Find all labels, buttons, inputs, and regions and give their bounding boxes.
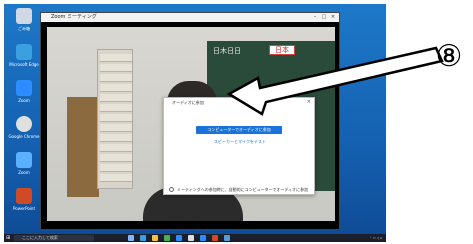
desktop-icon-zoom-2[interactable]: Zoom [6, 152, 42, 182]
taskbar: ⊞ ここに入力して検索 ⌃ ▭ ◁ A [4, 234, 386, 242]
window-titlebar: Zoom ミーティング – □ × [41, 13, 339, 22]
word-icon[interactable] [224, 235, 230, 241]
zoom-meeting-window: Zoom ミーティング – □ × 日木日日 日本 オーディオに参加 × コンピ… [40, 12, 340, 230]
drawer [100, 64, 132, 72]
task-view-icon[interactable] [128, 235, 134, 241]
desktop-icon-powerpoint[interactable]: PowerPoint [6, 188, 42, 218]
dialog-close-icon[interactable]: × [307, 99, 311, 105]
desktop-icon-chrome[interactable]: Google Chrome [6, 116, 42, 146]
window-title: Zoom ミーティング [51, 14, 97, 20]
mail-icon[interactable] [176, 235, 182, 241]
maximize-button[interactable]: □ [320, 14, 328, 21]
taskbar-search-box[interactable]: ここに入力して検索 [14, 235, 94, 241]
store-icon[interactable] [164, 235, 170, 241]
drawer [100, 84, 132, 92]
recycle-bin-icon [16, 8, 32, 24]
drawer [100, 154, 132, 162]
drawer [100, 174, 132, 182]
desktop-icon-label: Microsoft Edge [9, 62, 39, 67]
join-audio-dialog: オーディオに参加 × コンピューターでオーディオに参加 スピーカーとマイクをテス… [163, 97, 315, 195]
drawer [100, 164, 132, 172]
desktop-icon-label: Google Chrome [8, 134, 40, 139]
drawer [100, 104, 132, 112]
blackboard-text: 日木日日 [213, 47, 241, 55]
dialog-title: オーディオに参加 [172, 100, 204, 105]
close-window-button[interactable]: × [329, 14, 337, 21]
desktop-icon-label: Zoom [18, 98, 30, 103]
video-feed: 日木日日 日本 オーディオに参加 × コンピューターでオーディオに参加 スピーカ… [47, 27, 335, 221]
zoom-icon[interactable] [200, 235, 206, 241]
red-sign: 日本 [269, 45, 295, 55]
zoom-icon [16, 80, 32, 96]
join-with-computer-audio-button[interactable]: コンピューターでオーディオに参加 [196, 126, 282, 134]
drawer [100, 54, 132, 62]
drawer [100, 134, 132, 142]
chrome-icon [16, 116, 32, 132]
checkbox-circle-icon[interactable] [169, 187, 174, 192]
drawer [100, 124, 132, 132]
drawer [100, 144, 132, 152]
drawer [100, 74, 132, 82]
powerpoint-icon[interactable] [212, 235, 218, 241]
desktop-icon-label: ごみ箱 [18, 26, 30, 31]
windows-start-icon[interactable]: ⊞ [6, 235, 12, 241]
desktop-icon-label: Zoom [18, 170, 30, 175]
zoom-icon [16, 152, 32, 168]
desktop-icon-zoom[interactable]: Zoom [6, 80, 42, 110]
chrome-icon[interactable] [188, 235, 194, 241]
drawer [100, 94, 132, 102]
file-explorer-icon[interactable] [152, 235, 158, 241]
drawer-shelf [97, 49, 133, 189]
edge-icon [16, 44, 32, 60]
system-tray[interactable]: ⌃ ▭ ◁ A [369, 235, 382, 241]
drawer [100, 114, 132, 122]
auto-join-audio-checkbox[interactable]: ミーティングへの参加時に、自動的にコンピューターでオーディオに参加 [169, 186, 314, 193]
edge-icon[interactable] [140, 235, 146, 241]
desktop-icon-recycle-bin[interactable]: ごみ箱 [6, 8, 42, 38]
photo-page: ごみ箱 Microsoft Edge Zoom Google Chrome Zo… [0, 0, 473, 244]
powerpoint-icon [16, 188, 32, 204]
step-number-label: ⑧ [435, 39, 463, 74]
monitor-screen: ごみ箱 Microsoft Edge Zoom Google Chrome Zo… [4, 4, 386, 242]
auto-join-label: ミーティングへの参加時に、自動的にコンピューターでオーディオに参加 [177, 187, 309, 192]
wooden-cabinet [67, 97, 99, 197]
minimize-button[interactable]: – [311, 14, 319, 21]
desktop-icon-edge[interactable]: Microsoft Edge [6, 44, 42, 74]
desktop-icon-label: PowerPoint [12, 206, 36, 211]
test-speaker-mic-link[interactable]: スピーカーとマイクをテスト [204, 139, 276, 145]
